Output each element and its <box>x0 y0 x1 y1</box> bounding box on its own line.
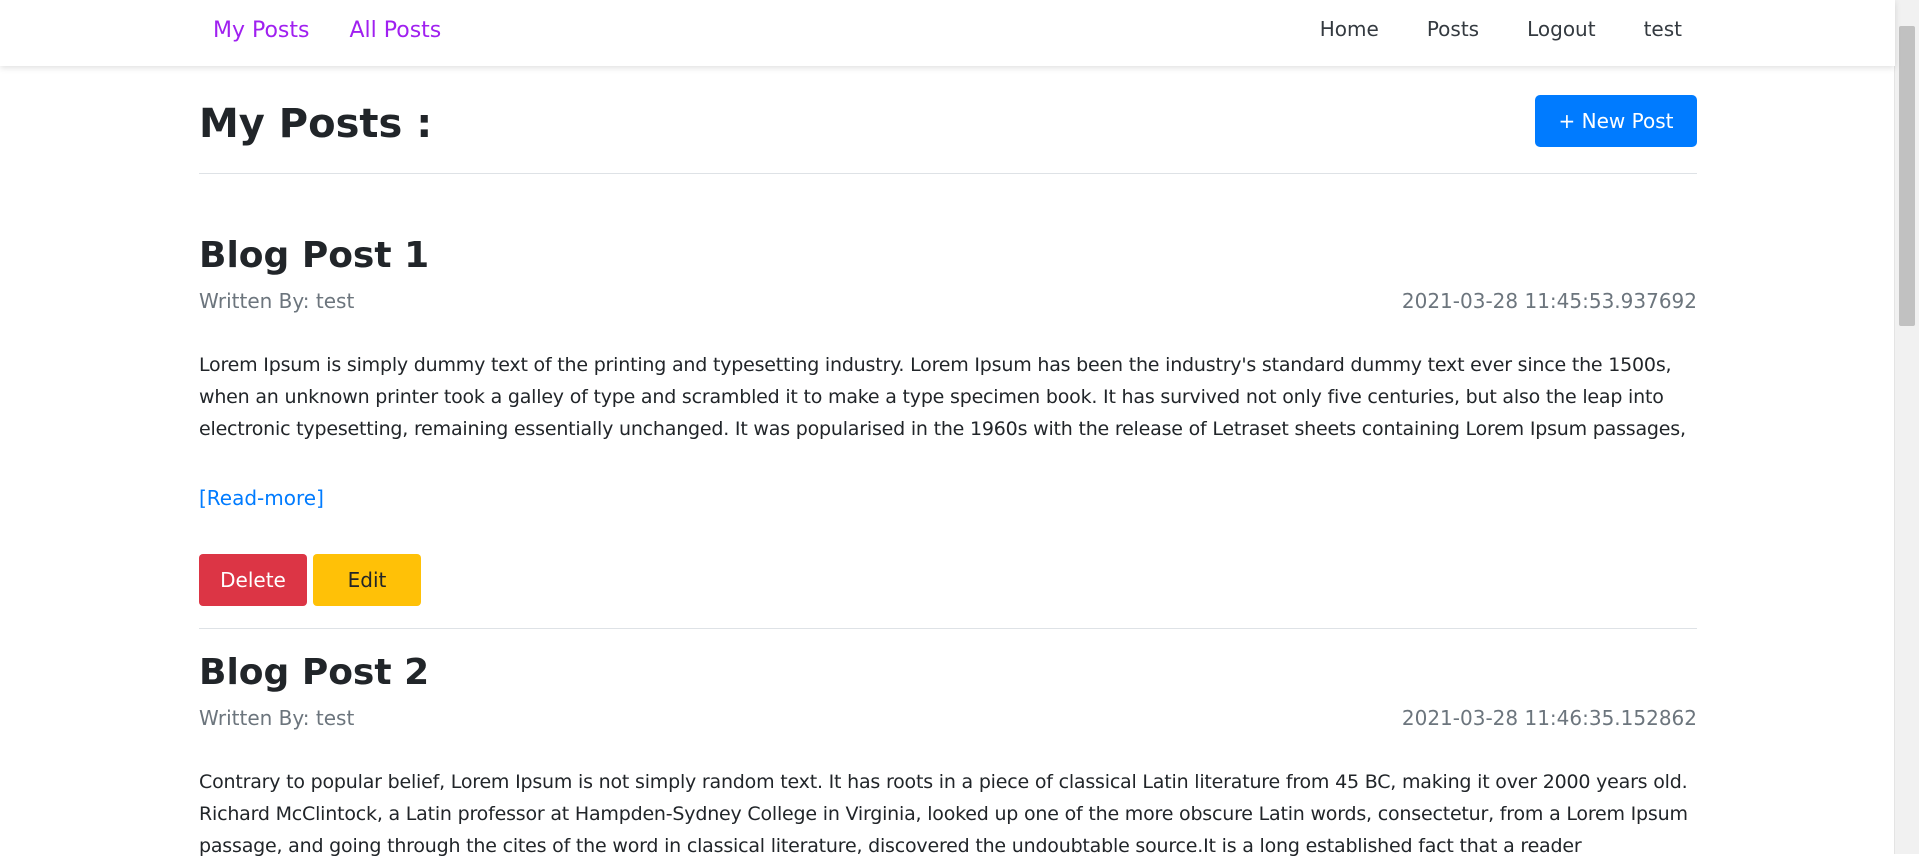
nav-right-group: Home Posts Logout test <box>1320 12 1682 46</box>
post-date: 2021-03-28 11:46:35.152862 <box>1401 706 1697 730</box>
top-navbar: My Posts All Posts Home Posts Logout tes… <box>0 0 1895 66</box>
new-post-button[interactable]: + New Post <box>1535 95 1697 147</box>
post-body: Lorem Ipsum is simply dummy text of the … <box>199 354 1686 440</box>
page-header: My Posts : + New Post <box>199 66 1697 174</box>
nav-link-home[interactable]: Home <box>1320 12 1379 46</box>
post-author: Written By: test <box>199 706 355 730</box>
nav-link-my-posts[interactable]: My Posts <box>213 14 310 48</box>
nav-left-group: My Posts All Posts <box>213 14 441 48</box>
scrollbar-thumb[interactable] <box>1899 26 1915 326</box>
nav-link-posts[interactable]: Posts <box>1427 12 1479 46</box>
nav-link-user[interactable]: test <box>1644 12 1682 46</box>
edit-post-button[interactable]: Edit <box>313 554 421 606</box>
main-content: My Posts : + New Post Blog Post 1 Writte… <box>199 66 1697 857</box>
page-title: My Posts : <box>199 101 433 147</box>
nav-link-all-posts[interactable]: All Posts <box>350 14 442 48</box>
post-author: Written By: test <box>199 289 355 313</box>
post-title: Blog Post 1 <box>199 235 430 276</box>
post-title: Blog Post 2 <box>199 652 430 693</box>
nav-link-logout[interactable]: Logout <box>1527 12 1595 46</box>
delete-post-button[interactable]: Delete <box>199 554 307 606</box>
read-more-link[interactable]: [Read-more] <box>199 484 324 512</box>
post-body: Contrary to popular belief, Lorem Ipsum … <box>199 771 1688 857</box>
post-card: Blog Post 1 Written By: test 2021-03-28 … <box>199 174 1697 629</box>
post-date: 2021-03-28 11:45:53.937692 <box>1401 289 1697 313</box>
page-scrollbar[interactable] <box>1894 0 1919 854</box>
